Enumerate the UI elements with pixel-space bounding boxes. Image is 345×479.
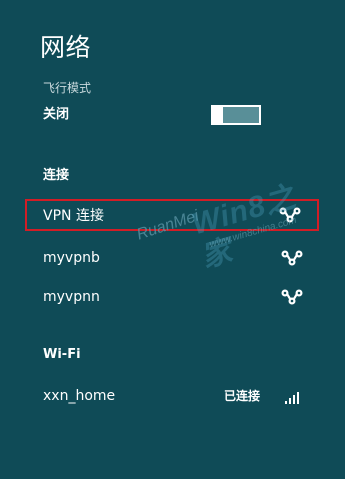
vpn-icon xyxy=(281,250,303,266)
wifi-heading: Wi-Fi xyxy=(43,347,81,362)
connection-item-myvpnb[interactable]: myvpnb xyxy=(28,242,318,274)
connection-item-myvpnn[interactable]: myvpnn xyxy=(28,281,318,313)
vpn-icon xyxy=(279,207,301,223)
page-title: 网络 xyxy=(40,33,92,62)
wifi-network-item[interactable]: xxn_home 已连接 xyxy=(28,380,318,412)
wifi-status: 已连接 xyxy=(224,389,261,403)
connection-item-label: VPN 连接 xyxy=(43,208,104,224)
airplane-mode-state: 关闭 xyxy=(43,107,70,122)
network-panel: 网络 飞行模式 关闭 连接 VPN 连接 myvpnb myvpnn Wi-Fi… xyxy=(0,0,345,479)
vpn-icon xyxy=(281,289,303,305)
signal-strength-icon xyxy=(285,392,299,404)
connection-item-label: myvpnb xyxy=(43,250,100,266)
airplane-mode-label: 飞行模式 xyxy=(43,81,92,95)
toggle-thumb xyxy=(213,107,223,123)
connection-item-vpn[interactable]: VPN 连接 xyxy=(25,199,319,231)
wifi-network-name: xxn_home xyxy=(43,388,116,404)
connections-heading: 连接 xyxy=(43,168,70,183)
connection-item-label: myvpnn xyxy=(43,289,100,305)
airplane-mode-toggle[interactable] xyxy=(211,105,261,125)
